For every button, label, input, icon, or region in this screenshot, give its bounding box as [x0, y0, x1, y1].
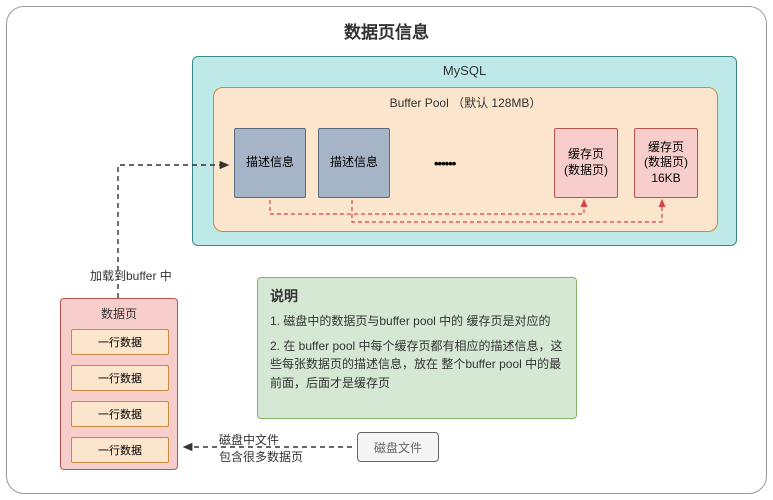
- diagram-title: 数据页信息: [0, 18, 773, 43]
- disk-file-box: 磁盘文件: [357, 432, 439, 462]
- cache1-line2: (数据页): [564, 163, 608, 177]
- cache2-line1: 缓存页: [648, 140, 684, 154]
- explain-p1: 1. 磁盘中的数据页与buffer pool 中的 缓存页是对应的: [270, 312, 564, 331]
- data-page-container: 数据页 一行数据 一行数据 一行数据 一行数据: [60, 298, 178, 470]
- cache2-line3: 16KB: [651, 171, 680, 185]
- explain-p2: 2. 在 buffer pool 中每个缓存页都有相应的描述信息，这些每张数据页…: [270, 337, 564, 393]
- mysql-container: MySQL Buffer Pool （默认 128MB） 描述信息 描述信息 •…: [192, 56, 737, 246]
- disk-arrow-label: 磁盘中文件 包含很多数据页: [219, 432, 303, 466]
- mysql-label: MySQL: [193, 63, 736, 78]
- ellipsis: ••••••: [434, 156, 455, 171]
- cache-page-box-1: 缓存页 (数据页): [554, 128, 618, 198]
- desc-info-box-2: 描述信息: [318, 128, 390, 198]
- explanation-box: 说明 1. 磁盘中的数据页与buffer pool 中的 缓存页是对应的 2. …: [257, 277, 577, 419]
- explain-title: 说明: [270, 286, 564, 306]
- buffer-pool-container: Buffer Pool （默认 128MB） 描述信息 描述信息 •••••• …: [213, 87, 718, 232]
- data-row: 一行数据: [71, 437, 169, 463]
- desc-info-box-1: 描述信息: [234, 128, 306, 198]
- cache2-line2: (数据页): [644, 155, 688, 169]
- cache1-line1: 缓存页: [568, 147, 604, 161]
- buffer-pool-label: Buffer Pool （默认 128MB）: [214, 94, 717, 111]
- data-page-title: 数据页: [61, 305, 177, 322]
- data-row: 一行数据: [71, 365, 169, 391]
- load-arrow-label: 加载到buffer 中: [90, 268, 172, 285]
- data-row: 一行数据: [71, 401, 169, 427]
- data-row: 一行数据: [71, 329, 169, 355]
- cache-page-box-2: 缓存页 (数据页) 16KB: [634, 128, 698, 198]
